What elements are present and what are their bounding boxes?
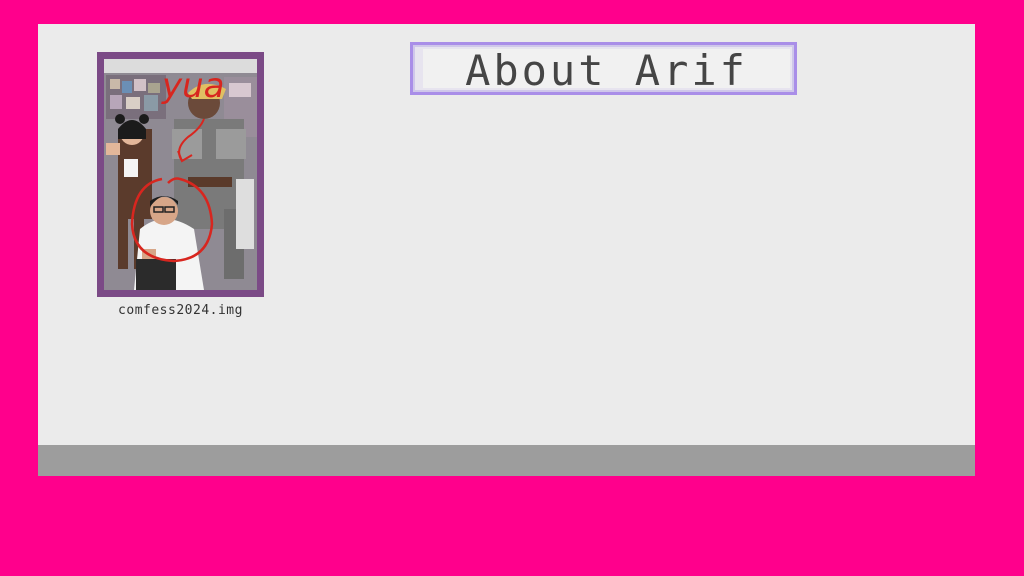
photo-image: yua <box>104 59 257 290</box>
window-content: yua comfess2024.img About Arif <box>38 24 975 445</box>
about-window: yua comfess2024.img About Arif <box>38 24 975 476</box>
page-title: About Arif <box>465 46 748 95</box>
photo-frame[interactable]: yua <box>97 52 264 297</box>
title-inner: About Arif <box>423 46 790 95</box>
window-footer <box>38 445 975 476</box>
annotation-text: yua <box>161 66 225 106</box>
photo-thumbnail[interactable]: yua <box>104 59 257 290</box>
title-box: About Arif <box>410 42 797 95</box>
photo-caption[interactable]: comfess2024.img <box>86 303 275 318</box>
